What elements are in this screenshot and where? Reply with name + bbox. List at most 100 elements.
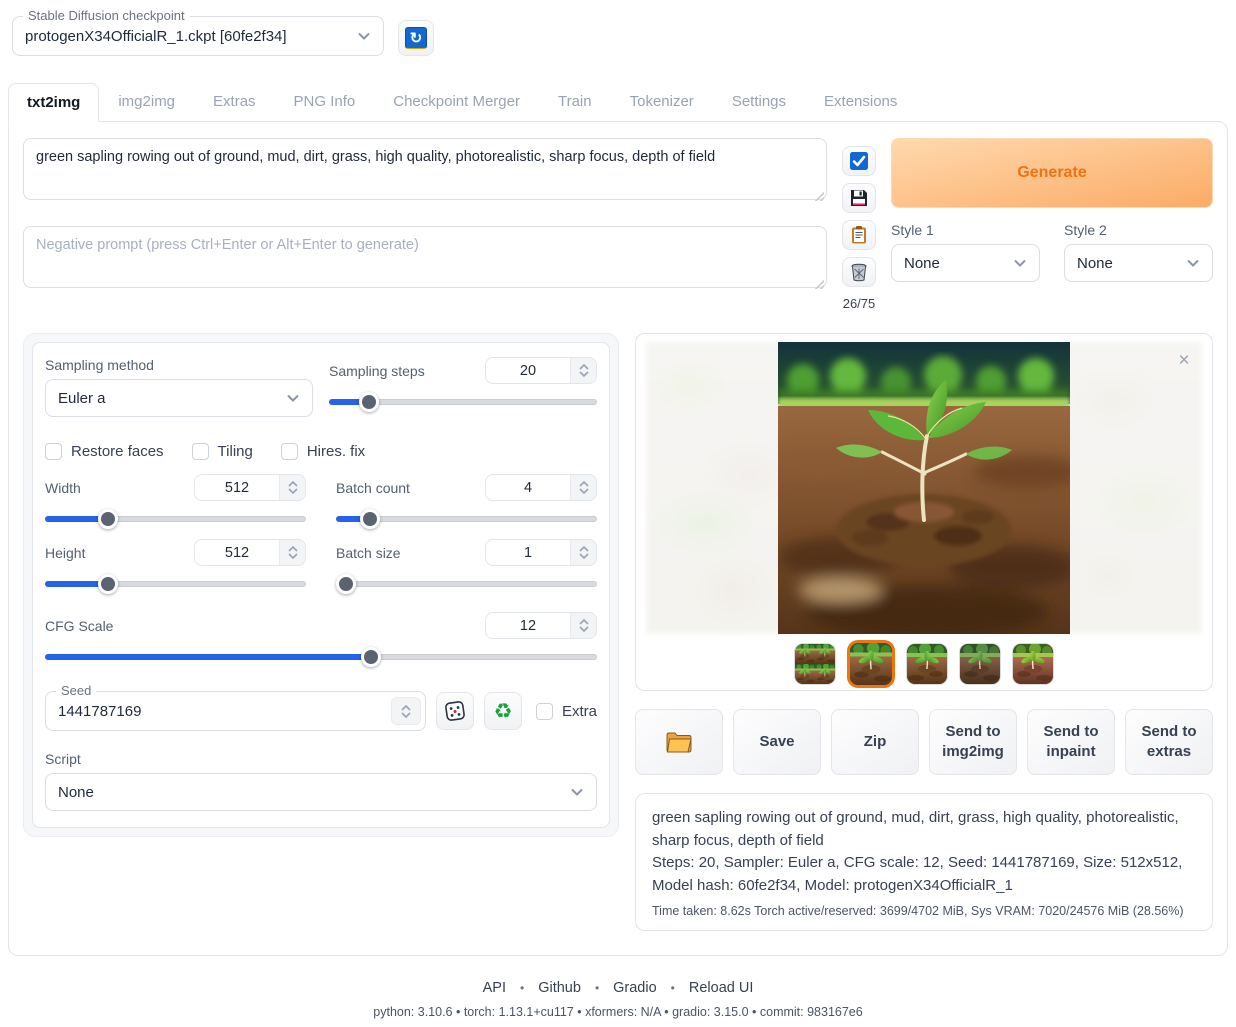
recycle-icon: ♻	[494, 699, 513, 723]
stepper-buttons[interactable]	[570, 613, 596, 638]
sampling-steps-label: Sampling steps	[329, 363, 425, 379]
apply-style-button[interactable]	[842, 220, 876, 250]
chevron-down-icon	[357, 29, 371, 43]
trash-icon	[849, 262, 869, 282]
tab-tokenizer[interactable]: Tokenizer	[611, 82, 713, 121]
prompt-tools: 26/75	[841, 138, 877, 311]
txt2img-panel: green sapling rowing out of ground, mud,…	[8, 121, 1228, 956]
width-label: Width	[45, 480, 81, 496]
gallery-ghost-right	[1056, 342, 1202, 634]
footer-versions: python: 3.10.6 • torch: 1.13.1+cu117 • x…	[8, 1005, 1228, 1019]
random-seed-button[interactable]	[436, 692, 474, 730]
output-panel: ×	[635, 333, 1213, 931]
height-label: Height	[45, 545, 85, 561]
refresh-icon: ↻	[405, 27, 427, 49]
style1-select[interactable]: None	[891, 244, 1040, 282]
batch-size-label: Batch size	[336, 545, 401, 561]
hires-fix-checkbox[interactable]: Hires. fix	[281, 443, 365, 460]
cfg-scale-label: CFG Scale	[45, 618, 113, 634]
sampling-steps-input[interactable]	[485, 357, 597, 384]
reuse-seed-button[interactable]: ♻	[484, 692, 522, 730]
tab-train[interactable]: Train	[539, 82, 611, 121]
footer-link-github[interactable]: Github	[538, 980, 581, 996]
width-input[interactable]	[194, 474, 306, 501]
generation-info: green sapling rowing out of ground, mud,…	[635, 793, 1213, 931]
sampling-method-select[interactable]: Euler a	[45, 379, 313, 417]
footer-link-reload-ui[interactable]: Reload UI	[689, 980, 753, 996]
info-performance: Time taken: 8.62s Torch active/reserved:…	[652, 904, 1196, 920]
thumbnail-3[interactable]	[906, 643, 948, 685]
batch-size-input[interactable]	[485, 539, 597, 566]
sampling-steps-slider[interactable]	[329, 392, 597, 412]
height-slider[interactable]	[45, 574, 306, 594]
seed-stepper[interactable]	[391, 697, 421, 725]
checkbox-icon	[536, 703, 553, 720]
checkbox-icon	[192, 443, 209, 460]
stepper-buttons[interactable]	[570, 540, 596, 565]
token-counter: 26/75	[843, 296, 876, 311]
footer: API • Github • Gradio • Reload UI python…	[8, 980, 1228, 1019]
tiling-checkbox[interactable]: Tiling	[192, 443, 253, 460]
thumbnail-5[interactable]	[1012, 643, 1054, 685]
generated-image[interactable]	[778, 342, 1070, 634]
restore-faces-checkbox[interactable]: Restore faces	[45, 443, 164, 460]
send-to-inpaint-button[interactable]: Send to inpaint	[1027, 709, 1115, 775]
width-slider[interactable]	[45, 509, 306, 529]
zip-button[interactable]: Zip	[831, 709, 919, 775]
gallery-ghost-left	[646, 342, 792, 634]
batch-count-slider[interactable]	[336, 509, 597, 529]
generation-settings: Sampling method Euler a Sampling steps	[23, 333, 619, 837]
tab-png-info[interactable]: PNG Info	[275, 82, 375, 121]
open-folder-button[interactable]	[635, 709, 723, 775]
negative-prompt-input[interactable]	[23, 226, 827, 288]
send-to-img2img-button[interactable]: Send to img2img	[929, 709, 1017, 775]
output-actions: Save Zip Send to img2img Send to inpaint…	[635, 709, 1213, 775]
chevron-down-icon	[286, 391, 300, 405]
tab-img2img[interactable]: img2img	[99, 82, 194, 121]
stepper-buttons[interactable]	[279, 475, 305, 500]
tab-extensions[interactable]: Extensions	[805, 82, 916, 121]
generate-button[interactable]: Generate	[891, 138, 1213, 208]
tab-extras[interactable]: Extras	[194, 82, 275, 121]
height-input[interactable]	[194, 539, 306, 566]
tab-settings[interactable]: Settings	[713, 82, 805, 121]
thumbnail-grid[interactable]	[794, 643, 836, 685]
stepper-buttons[interactable]	[570, 475, 596, 500]
style2-select[interactable]: None	[1064, 244, 1213, 282]
info-params: Steps: 20, Sampler: Euler a, CFG scale: …	[652, 852, 1196, 897]
prompt-input[interactable]: green sapling rowing out of ground, mud,…	[23, 138, 827, 200]
sd-webui-app: Stable Diffusion checkpoint protogenX34O…	[0, 0, 1236, 1027]
tab-txt2img[interactable]: txt2img	[8, 83, 99, 122]
seed-input[interactable]: Seed 1441787169	[45, 691, 426, 731]
checkpoint-value: protogenX34OfficialR_1.ckpt [60fe2f34]	[25, 28, 357, 45]
paste-params-button[interactable]	[842, 146, 876, 176]
script-label: Script	[45, 751, 597, 767]
extra-seed-checkbox[interactable]: Extra	[536, 703, 597, 720]
cfg-scale-input[interactable]	[485, 612, 597, 639]
save-button[interactable]: Save	[733, 709, 821, 775]
thumbnail-4[interactable]	[959, 643, 1001, 685]
folder-icon	[666, 731, 692, 753]
style2-label: Style 2	[1064, 222, 1213, 238]
stepper-buttons[interactable]	[279, 540, 305, 565]
seed-label: Seed	[56, 683, 96, 698]
close-gallery-button[interactable]: ×	[1170, 346, 1198, 374]
refresh-checkpoints-button[interactable]: ↻	[398, 20, 434, 56]
save-style-button[interactable]	[842, 183, 876, 213]
send-to-extras-button[interactable]: Send to extras	[1125, 709, 1213, 775]
thumbnail-selected[interactable]	[847, 640, 895, 688]
header: Stable Diffusion checkpoint protogenX34O…	[12, 16, 1228, 56]
result-gallery: ×	[635, 333, 1213, 691]
footer-link-gradio[interactable]: Gradio	[613, 980, 657, 996]
chevron-down-icon	[570, 785, 584, 799]
stepper-buttons[interactable]	[570, 358, 596, 383]
script-select[interactable]: None	[45, 773, 597, 811]
batch-count-input[interactable]	[485, 474, 597, 501]
clear-prompt-button[interactable]	[842, 257, 876, 287]
footer-link-api[interactable]: API	[483, 980, 506, 996]
cfg-scale-slider[interactable]	[45, 647, 597, 667]
batch-size-slider[interactable]	[336, 574, 597, 594]
chevron-down-icon	[1186, 256, 1200, 270]
checkpoint-select[interactable]: Stable Diffusion checkpoint protogenX34O…	[12, 16, 384, 56]
tab-checkpoint-merger[interactable]: Checkpoint Merger	[374, 82, 539, 121]
